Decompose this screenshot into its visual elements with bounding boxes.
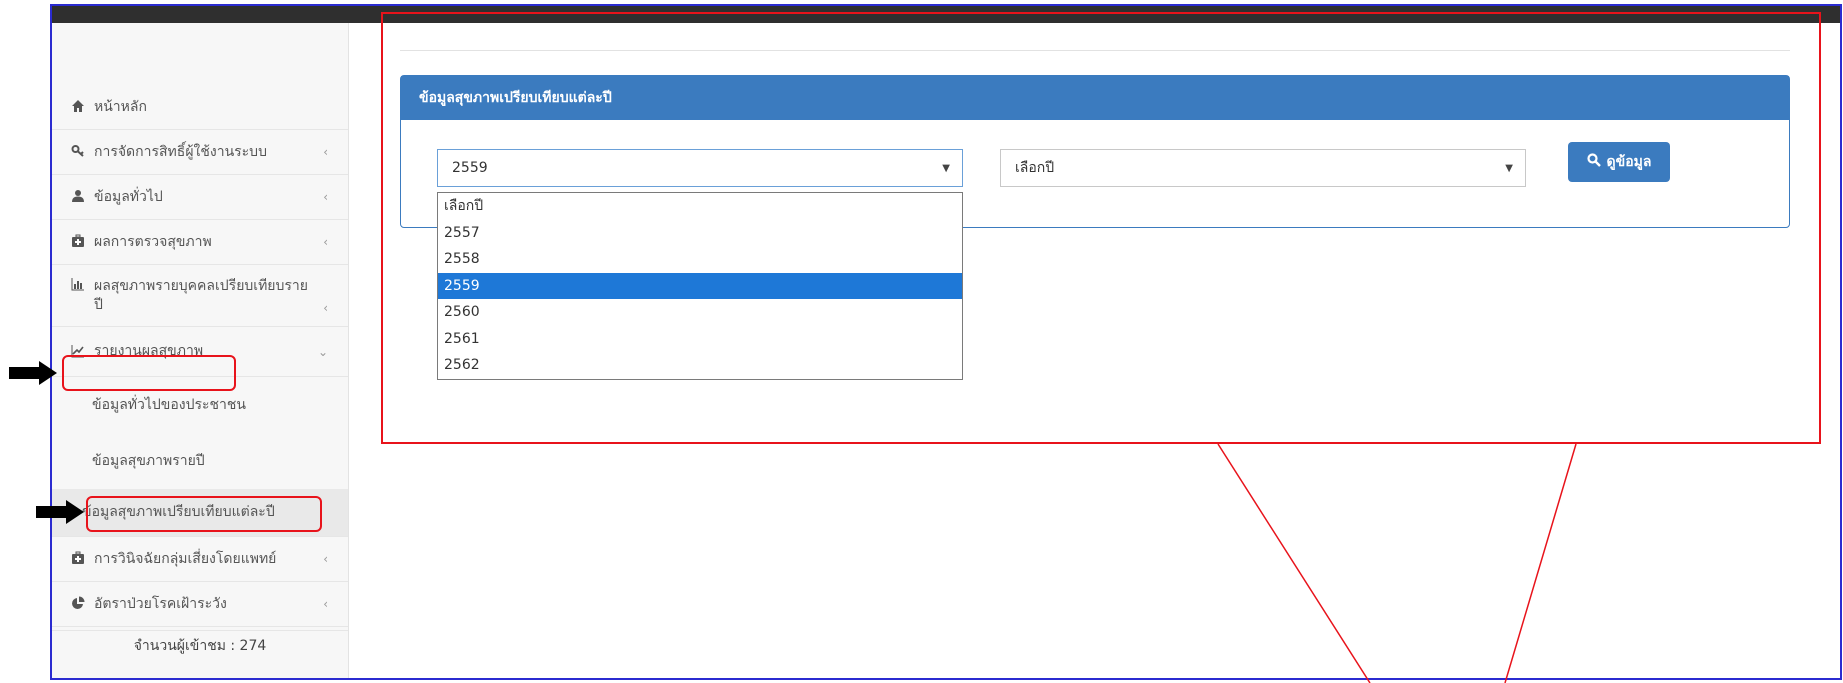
- annotation-callout-lines: [1217, 443, 1577, 683]
